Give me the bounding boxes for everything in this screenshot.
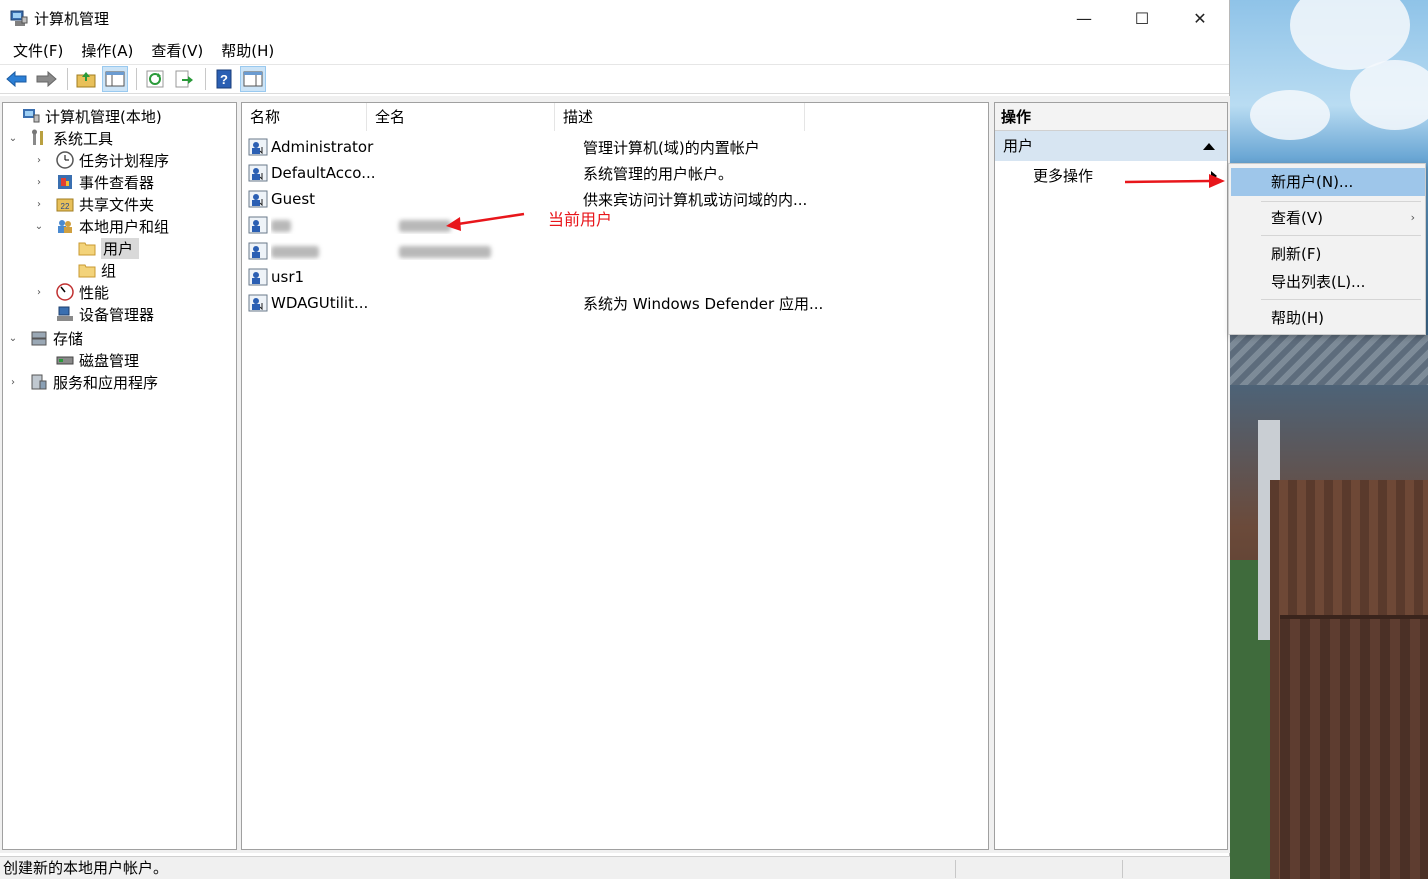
menu-item-new-user[interactable]: 新用户(N)... xyxy=(1231,168,1425,196)
menu-item-view[interactable]: 查看(V) › xyxy=(1231,204,1425,232)
annotation-current-user: 当前用户 xyxy=(548,210,613,229)
menu-item-help[interactable]: 帮助(H) xyxy=(1231,304,1425,332)
menu-item-export-list[interactable]: 导出列表(L)... xyxy=(1231,268,1425,296)
context-menu: 新用户(N)... 查看(V) › 刷新(F) 导出列表(L)... 帮助(H) xyxy=(1228,163,1426,335)
menu-item-refresh[interactable]: 刷新(F) xyxy=(1231,240,1425,268)
annotation-arrows xyxy=(446,174,1225,231)
submenu-arrow-icon: › xyxy=(1410,211,1415,224)
